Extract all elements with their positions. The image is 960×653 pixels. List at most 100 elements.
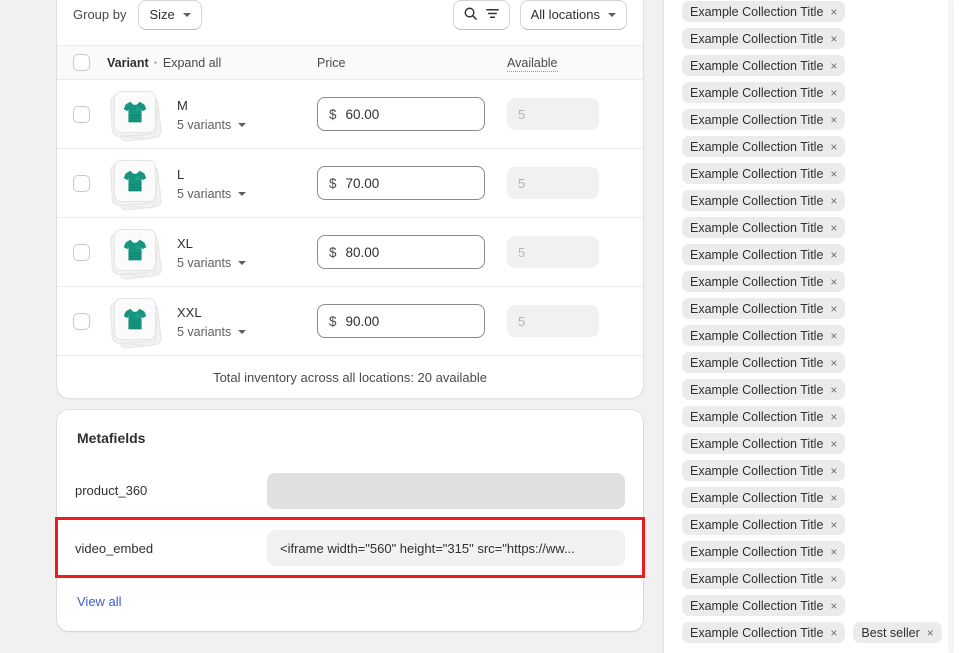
remove-collection-icon[interactable]: ×: [927, 627, 934, 639]
remove-collection-icon[interactable]: ×: [830, 33, 837, 45]
remove-collection-icon[interactable]: ×: [830, 276, 837, 288]
expand-all-link[interactable]: Expand all: [163, 56, 221, 70]
collection-chip-label: Example Collection Title: [690, 32, 823, 46]
chevron-down-icon: [183, 13, 191, 17]
remove-collection-icon[interactable]: ×: [830, 60, 837, 72]
variant-row-checkbox[interactable]: [73, 313, 90, 330]
collection-chip-label: Example Collection Title: [690, 5, 823, 19]
remove-collection-icon[interactable]: ×: [830, 519, 837, 531]
collection-chip: Example Collection Title×: [682, 244, 845, 265]
remove-collection-icon[interactable]: ×: [830, 573, 837, 585]
price-input[interactable]: $80.00: [317, 235, 485, 269]
remove-collection-icon[interactable]: ×: [830, 168, 837, 180]
select-all-checkbox[interactable]: [73, 54, 90, 71]
collection-chip-label: Example Collection Title: [690, 464, 823, 478]
remove-collection-icon[interactable]: ×: [830, 357, 837, 369]
toolbar-right-group: All locations: [453, 0, 627, 30]
variant-text-block: XXL5 variants: [177, 303, 246, 339]
available-input[interactable]: 5: [507, 236, 599, 268]
sidebar-scrollbar[interactable]: [948, 0, 954, 653]
remove-collection-icon[interactable]: ×: [830, 249, 837, 261]
variant-count-label: 5 variants: [177, 118, 231, 132]
collection-chip: Example Collection Title ×: [682, 136, 845, 157]
collection-chip-label: Example Collection Title: [690, 275, 823, 289]
collection-chip: Example Collection Title ×: [682, 163, 845, 184]
variant-name: XL: [177, 234, 246, 254]
remove-collection-icon[interactable]: ×: [830, 195, 837, 207]
search-icon[interactable]: [463, 6, 478, 24]
variant-available-cell: 5: [507, 305, 627, 337]
collection-chip-label: Example Collection Title: [690, 491, 823, 505]
variant-price-cell: $60.00: [317, 97, 507, 131]
collection-chip: Example Collection Title×: [682, 514, 845, 535]
collection-chip-label: Example Collection Title: [690, 383, 823, 397]
metafield-value-input[interactable]: [267, 473, 625, 509]
currency-symbol: $: [329, 314, 337, 329]
available-header-label[interactable]: Available: [507, 56, 558, 72]
remove-collection-icon[interactable]: ×: [830, 114, 837, 126]
variant-image-stack[interactable]: [107, 224, 163, 280]
search-and-filter-button[interactable]: [453, 0, 510, 30]
available-input[interactable]: 5: [507, 305, 599, 337]
price-input[interactable]: $70.00: [317, 166, 485, 200]
remove-collection-icon[interactable]: ×: [830, 222, 837, 234]
metafields-footer: View all: [57, 576, 643, 629]
sidebar-column: Example Collection Title × Example Collect…: [663, 0, 960, 653]
view-all-link[interactable]: View all: [77, 594, 122, 609]
remove-collection-icon[interactable]: ×: [830, 438, 837, 450]
collection-chip-label: Best seller: [861, 626, 919, 640]
price-input[interactable]: $60.00: [317, 97, 485, 131]
variant-name: L: [177, 165, 246, 185]
variant-image-stack[interactable]: [107, 155, 163, 211]
remove-collection-icon[interactable]: ×: [830, 87, 837, 99]
price-value: 90.00: [346, 314, 380, 329]
variant-row-checkbox[interactable]: [73, 244, 90, 261]
collection-chip-label: Example Collection Title: [690, 545, 823, 559]
variant-image-stack[interactable]: [107, 293, 163, 349]
price-input[interactable]: $90.00: [317, 304, 485, 338]
remove-collection-icon[interactable]: ×: [830, 411, 837, 423]
remove-collection-icon[interactable]: ×: [830, 330, 837, 342]
main-content-column: Group by Size: [0, 0, 663, 653]
variant-price-cell: $80.00: [317, 235, 507, 269]
remove-collection-icon[interactable]: ×: [830, 384, 837, 396]
remove-collection-icon[interactable]: ×: [830, 141, 837, 153]
remove-collection-icon[interactable]: ×: [830, 303, 837, 315]
variant-image-stack[interactable]: [107, 86, 163, 142]
variant-select-cell: [73, 175, 107, 192]
collection-chip: Example Collection Title×: [682, 622, 845, 643]
variant-row-checkbox[interactable]: [73, 106, 90, 123]
locations-select[interactable]: All locations: [520, 0, 627, 30]
collection-chip-label: Example Collection Title: [690, 194, 823, 208]
collection-chip-label: Example Collection Title: [690, 572, 823, 586]
variant-select-cell: [73, 106, 107, 123]
variant-price-cell: $90.00: [317, 304, 507, 338]
filter-icon[interactable]: [485, 6, 500, 24]
collection-chip-label: Example Collection Title: [690, 140, 823, 154]
collection-chip: Example Collection Title×: [682, 406, 845, 427]
tshirt-icon: [114, 229, 156, 271]
group-by-select[interactable]: Size: [138, 0, 201, 30]
variant-available-cell: 5: [507, 98, 627, 130]
remove-collection-icon[interactable]: ×: [830, 465, 837, 477]
currency-symbol: $: [329, 176, 337, 191]
available-input[interactable]: 5: [507, 167, 599, 199]
variant-header-label: Variant: [107, 56, 149, 70]
variant-row: XL 5 variants $80.00 5: [57, 218, 643, 287]
variant-row-checkbox[interactable]: [73, 175, 90, 192]
remove-collection-icon[interactable]: ×: [830, 600, 837, 612]
remove-collection-icon[interactable]: ×: [830, 627, 837, 639]
remove-collection-icon[interactable]: ×: [830, 6, 837, 18]
variant-expand-toggle[interactable]: 5 variants: [177, 187, 246, 201]
remove-collection-icon[interactable]: ×: [830, 492, 837, 504]
metafield-value-input[interactable]: <iframe width="560" height="315" src="ht…: [267, 530, 625, 566]
variant-select-cell: [73, 244, 107, 261]
collection-chip-label: Example Collection Title: [690, 167, 823, 181]
remove-collection-icon[interactable]: ×: [830, 546, 837, 558]
variant-expand-toggle[interactable]: 5 variants: [177, 118, 246, 132]
variant-expand-toggle[interactable]: 5 variants: [177, 325, 246, 339]
variant-expand-toggle[interactable]: 5 variants: [177, 256, 246, 270]
collection-chip: Example Collection Title×: [682, 55, 845, 76]
chevron-down-icon: [238, 261, 246, 265]
available-input[interactable]: 5: [507, 98, 599, 130]
